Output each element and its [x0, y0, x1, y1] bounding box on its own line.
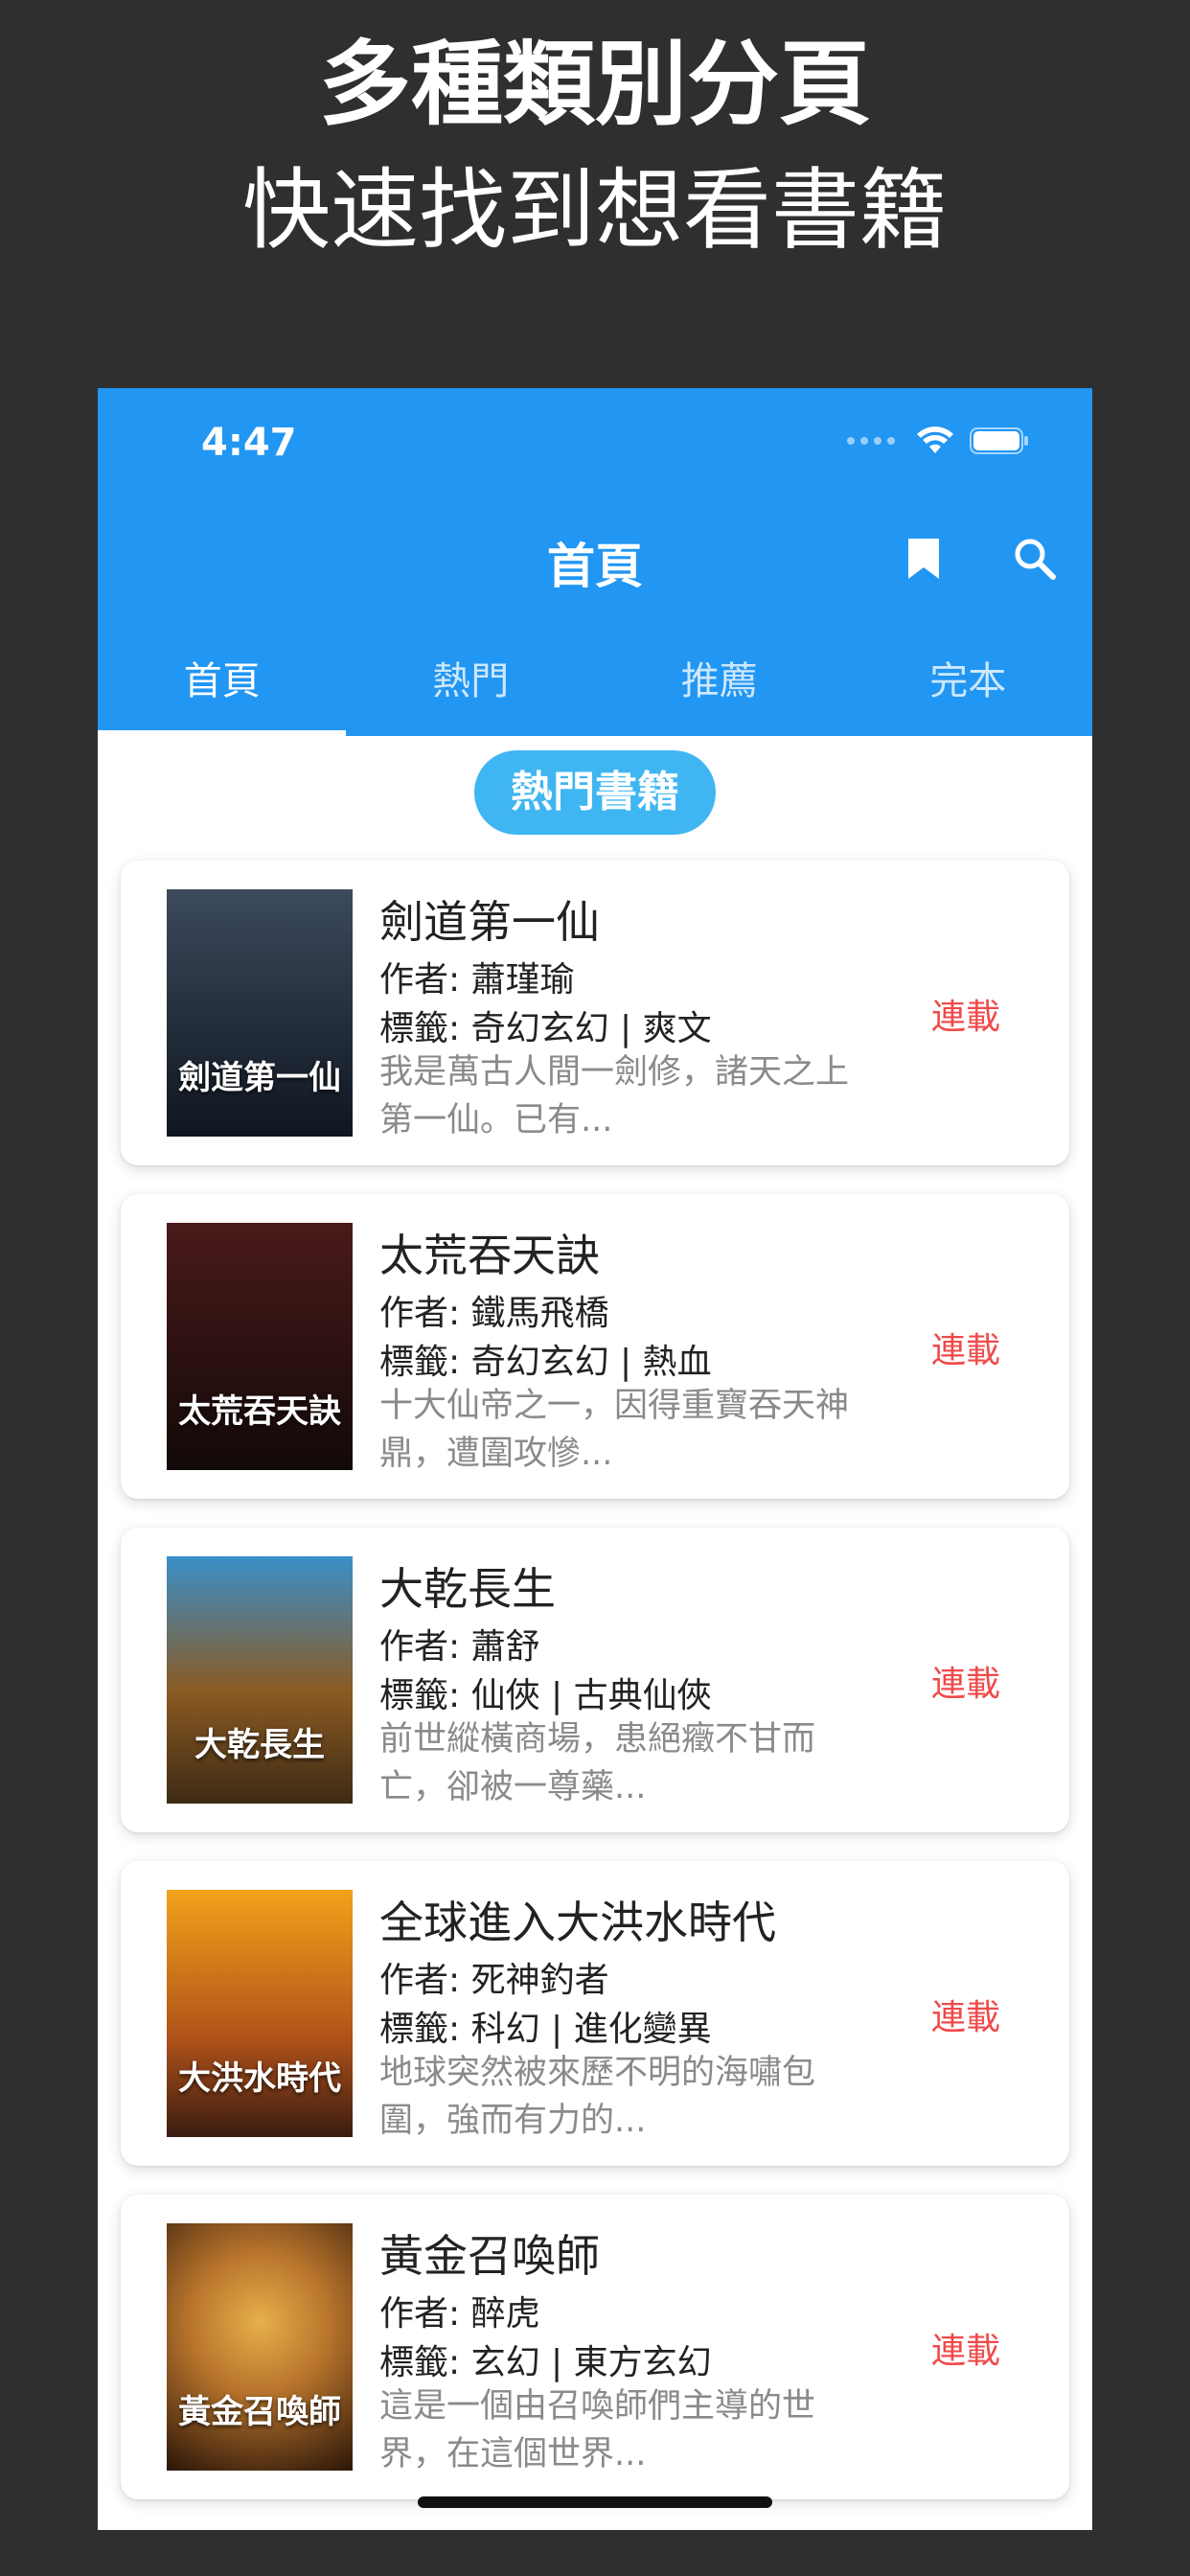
book-title: 劍道第一仙: [379, 896, 600, 948]
book-title: 全球進入大洪水時代: [379, 1897, 776, 1948]
tab-indicator: [98, 730, 346, 736]
cover-title: 太荒吞天訣: [178, 1392, 341, 1431]
cover-title: 黃金召喚師: [178, 2393, 341, 2431]
app-bar: 4:47 首頁 首頁 熱門 推薦 完本: [98, 388, 1092, 736]
cover-title: 大乾長生: [195, 1726, 325, 1764]
status-badge: 連載: [930, 2332, 1000, 2371]
book-author: 作者: 醉虎: [379, 2294, 540, 2334]
book-cover: 太荒吞天訣: [167, 1223, 353, 1470]
book-cover: 劍道第一仙: [167, 889, 353, 1137]
book-card[interactable]: 太荒吞天訣 太荒吞天訣 作者: 鐵馬飛橋 標籤: 奇幻玄幻 | 熱血 十大仙帝之…: [121, 1194, 1069, 1499]
book-cover: 黃金召喚師: [167, 2223, 353, 2471]
tab-bar: 首頁 熱門 推薦 完本: [98, 633, 1092, 736]
book-author: 作者: 死神釣者: [379, 1961, 609, 2000]
book-title: 太荒吞天訣: [379, 1230, 600, 1281]
tab-label: 完本: [929, 659, 1007, 703]
book-tags: 標籤: 科幻 | 進化變異: [379, 2010, 712, 2049]
tab-label: 首頁: [183, 659, 261, 703]
tab-label: 熱門: [432, 659, 510, 703]
search-button[interactable]: [1006, 530, 1064, 587]
promo-headline: 多種類別分頁: [319, 31, 871, 138]
bookmark-button[interactable]: [895, 530, 952, 587]
book-title: 大乾長生: [379, 1563, 556, 1615]
signal-icon: [847, 437, 895, 445]
book-tags: 標籤: 奇幻玄幻 | 熱血: [379, 1343, 712, 1382]
book-description: 地球突然被來歷不明的海嘯包圍，強而有力的...: [379, 2054, 816, 2140]
book-cover: 大洪水時代: [167, 1890, 353, 2137]
book-description: 我是萬古人間一劍修，諸天之上第一仙。已有...: [379, 1053, 850, 1139]
search-icon: [1015, 539, 1056, 580]
wifi-icon: [917, 426, 953, 453]
cover-title: 劍道第一仙: [178, 1059, 341, 1097]
book-tags: 標籤: 玄幻 | 東方玄幻: [379, 2343, 712, 2382]
cover-title: 大洪水時代: [178, 2059, 341, 2098]
book-list: 劍道第一仙 劍道第一仙 作者: 蕭瑾瑜 標籤: 奇幻玄幻 | 爽文 我是萬古人間…: [121, 861, 1069, 2528]
bookmark-icon: [908, 539, 939, 579]
book-description: 這是一個由召喚師們主導的世界，在這個世界...: [379, 2387, 816, 2473]
battery-icon: [970, 427, 1028, 454]
status-badge: 連載: [930, 998, 1000, 1037]
book-card[interactable]: 黃金召喚師 黃金召喚師 作者: 醉虎 標籤: 玄幻 | 東方玄幻 這是一個由召喚…: [121, 2195, 1069, 2499]
status-badge: 連載: [930, 1331, 1000, 1370]
book-card[interactable]: 大乾長生 大乾長生 作者: 蕭舒 標籤: 仙俠 | 古典仙俠 前世縱橫商場，患絕…: [121, 1528, 1069, 1832]
promo-subheadline: 快速找到想看書籍: [241, 159, 948, 262]
book-author: 作者: 蕭瑾瑜: [379, 960, 575, 1000]
book-author: 作者: 鐵馬飛橋: [379, 1294, 609, 1333]
tab-home[interactable]: 首頁: [98, 633, 347, 736]
phone-screen: 4:47 首頁 首頁 熱門 推薦 完本 熱門書籍 劍道第一仙 劍道第一仙 作者:…: [98, 388, 1092, 2530]
book-tags: 標籤: 仙俠 | 古典仙俠: [379, 1676, 712, 1715]
tab-completed[interactable]: 完本: [844, 633, 1093, 736]
status-icons: [847, 426, 1029, 455]
book-description: 十大仙帝之一，因得重寶吞天神鼎，遭圍攻慘...: [379, 1387, 850, 1473]
book-card[interactable]: 劍道第一仙 劍道第一仙 作者: 蕭瑾瑜 標籤: 奇幻玄幻 | 爽文 我是萬古人間…: [121, 861, 1069, 1165]
status-time: 4:47: [201, 421, 297, 465]
book-description: 前世縱橫商場，患絕癥不甘而亡，卻被一尊藥...: [379, 1720, 816, 1806]
book-author: 作者: 蕭舒: [379, 1627, 540, 1667]
book-cover: 大乾長生: [167, 1556, 353, 1804]
home-indicator[interactable]: [418, 2496, 772, 2508]
tab-recommended[interactable]: 推薦: [595, 633, 844, 736]
status-badge: 連載: [930, 1665, 1000, 1704]
section-header-chip: 熱門書籍: [474, 750, 716, 835]
book-card[interactable]: 大洪水時代 全球進入大洪水時代 作者: 死神釣者 標籤: 科幻 | 進化變異 地…: [121, 1861, 1069, 2166]
book-tags: 標籤: 奇幻玄幻 | 爽文: [379, 1009, 712, 1048]
tab-label: 推薦: [680, 659, 758, 703]
book-title: 黃金召喚師: [379, 2230, 600, 2282]
status-badge: 連載: [930, 1998, 1000, 2037]
tab-popular[interactable]: 熱門: [347, 633, 596, 736]
